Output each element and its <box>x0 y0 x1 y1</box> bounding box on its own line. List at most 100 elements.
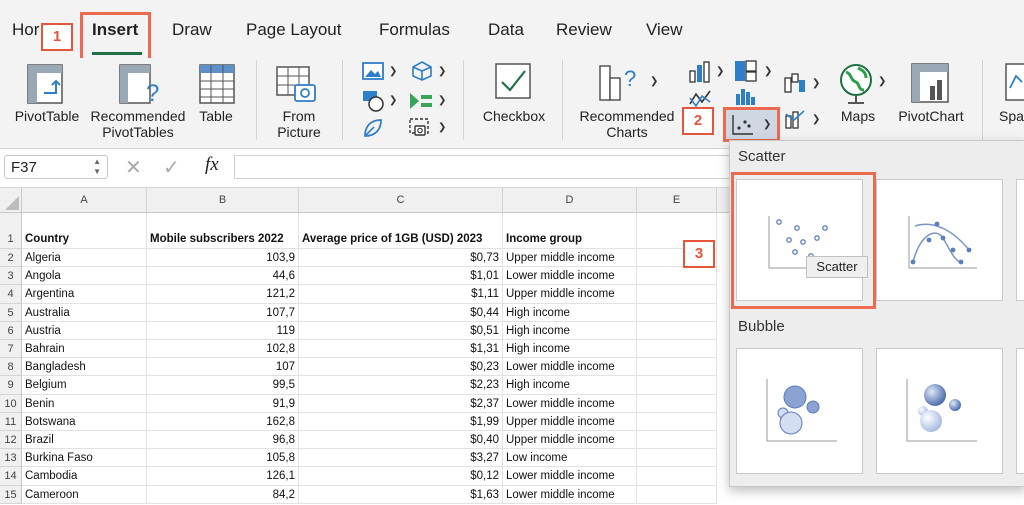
maps-button[interactable] <box>836 62 876 111</box>
cell-d7[interactable]: High income <box>503 340 637 359</box>
cell-d6[interactable]: High income <box>503 321 637 340</box>
shapes-button[interactable] <box>362 90 386 117</box>
chevron-down-icon[interactable]: ❯ <box>716 66 724 77</box>
cell-c6[interactable]: $0,51 <box>299 321 503 340</box>
3d-models-button[interactable] <box>411 61 433 86</box>
tab-review[interactable]: Review <box>556 20 612 40</box>
cell-d1[interactable]: Income group <box>503 213 637 249</box>
cell-e12[interactable] <box>637 431 717 450</box>
chevron-down-icon[interactable]: ❯ <box>650 76 658 87</box>
pivottable-button[interactable] <box>26 63 66 110</box>
cell-d12[interactable]: Upper middle income <box>503 431 637 450</box>
chevron-down-icon[interactable]: ❯ <box>389 95 397 106</box>
cell-e11[interactable] <box>637 412 717 431</box>
waterfall-chart-button[interactable] <box>784 72 808 99</box>
cell-a7[interactable]: Bahrain <box>22 340 147 359</box>
cell-e5[interactable] <box>637 303 717 322</box>
row-header[interactable]: 15 <box>0 485 22 504</box>
sparklines-button[interactable] <box>1004 62 1024 107</box>
cell-d15[interactable]: Lower middle income <box>503 485 637 504</box>
row-header[interactable]: 1 <box>0 213 22 249</box>
column-header-c[interactable]: C <box>299 188 503 213</box>
chevron-down-icon[interactable]: ❯ <box>764 66 772 77</box>
cell-a14[interactable]: Cambodia <box>22 467 147 486</box>
cell-d13[interactable]: Low income <box>503 449 637 468</box>
cell-a2[interactable]: Algeria <box>22 249 147 268</box>
bubble-3d-thumbnail[interactable] <box>876 348 1003 474</box>
row-header[interactable]: 9 <box>0 376 22 395</box>
row-header[interactable]: 5 <box>0 303 22 322</box>
cell-a9[interactable]: Belgium <box>22 376 147 395</box>
cell-c2[interactable]: $0,73 <box>299 249 503 268</box>
cell-d10[interactable]: Lower middle income <box>503 394 637 413</box>
cell-a13[interactable]: Burkina Faso <box>22 449 147 468</box>
bubble-thumbnail[interactable] <box>736 348 863 474</box>
row-header[interactable]: 6 <box>0 321 22 340</box>
cell-d3[interactable]: Lower middle income <box>503 267 637 286</box>
cell-b8[interactable]: 107 <box>147 358 299 377</box>
column-header-d[interactable]: D <box>503 188 637 213</box>
cell-a8[interactable]: Bangladesh <box>22 358 147 377</box>
cell-b4[interactable]: 121,2 <box>147 285 299 304</box>
bubble-more-thumbnail[interactable] <box>1016 348 1024 474</box>
cell-d5[interactable]: High income <box>503 303 637 322</box>
cell-e10[interactable] <box>637 394 717 413</box>
column-chart-button[interactable] <box>688 61 712 88</box>
cancel-icon[interactable]: ✕ <box>125 155 142 180</box>
row-header[interactable]: 7 <box>0 340 22 359</box>
cell-d4[interactable]: Upper middle income <box>503 285 637 304</box>
cell-b5[interactable]: 107,7 <box>147 303 299 322</box>
chevron-down-icon[interactable]: ❯ <box>812 114 820 125</box>
cell-a6[interactable]: Austria <box>22 321 147 340</box>
chevron-down-icon[interactable]: ❯ <box>878 76 886 87</box>
recommended-pivottables-button[interactable]: ? <box>118 63 162 110</box>
tab-draw[interactable]: Draw <box>172 20 212 40</box>
cell-c8[interactable]: $0,23 <box>299 358 503 377</box>
cell-c5[interactable]: $0,44 <box>299 303 503 322</box>
cell-c14[interactable]: $0,12 <box>299 467 503 486</box>
column-header-a[interactable]: A <box>22 188 147 213</box>
pivotchart-button[interactable] <box>910 62 952 109</box>
column-header-e[interactable]: E <box>637 188 717 213</box>
cell-e7[interactable] <box>637 340 717 359</box>
cell-a10[interactable]: Benin <box>22 394 147 413</box>
combo-chart-button[interactable] <box>784 108 808 135</box>
cell-a12[interactable]: Brazil <box>22 431 147 450</box>
cell-a4[interactable]: Argentina <box>22 285 147 304</box>
cell-c4[interactable]: $1,11 <box>299 285 503 304</box>
cell-c1[interactable]: Average price of 1GB (USD) 2023 <box>299 213 503 249</box>
row-header[interactable]: 12 <box>0 431 22 450</box>
chevron-down-icon[interactable]: ❯ <box>389 66 397 77</box>
row-header[interactable]: 11 <box>0 412 22 431</box>
cell-b1[interactable]: Mobile subscribers 2022 <box>147 213 299 249</box>
tab-view[interactable]: View <box>646 20 683 40</box>
cell-d9[interactable]: High income <box>503 376 637 395</box>
cell-e4[interactable] <box>637 285 717 304</box>
tab-home[interactable]: Hor <box>12 20 39 40</box>
cell-b11[interactable]: 162,8 <box>147 412 299 431</box>
icons-button[interactable] <box>362 117 384 144</box>
chevron-down-icon[interactable]: ❯ <box>812 78 820 89</box>
row-header[interactable]: 2 <box>0 249 22 268</box>
cell-d2[interactable]: Upper middle income <box>503 249 637 268</box>
select-all-corner[interactable] <box>0 188 22 213</box>
cell-c11[interactable]: $1,99 <box>299 412 503 431</box>
smartart-button[interactable] <box>409 92 433 115</box>
cell-c7[interactable]: $1,31 <box>299 340 503 359</box>
name-box[interactable]: F37 ▲ ▼ <box>4 155 108 179</box>
tab-page-layout[interactable]: Page Layout <box>246 20 341 40</box>
cell-b3[interactable]: 44,6 <box>147 267 299 286</box>
cell-c3[interactable]: $1,01 <box>299 267 503 286</box>
cell-b10[interactable]: 91,9 <box>147 394 299 413</box>
cell-e14[interactable] <box>637 467 717 486</box>
scatter-smooth-lines-thumbnail[interactable] <box>876 179 1003 301</box>
cell-a15[interactable]: Cameroon <box>22 485 147 504</box>
row-header[interactable]: 8 <box>0 358 22 377</box>
hierarchy-chart-button[interactable] <box>734 60 758 87</box>
name-box-stepper-icon[interactable]: ▲ ▼ <box>93 157 101 177</box>
cell-b14[interactable]: 126,1 <box>147 467 299 486</box>
table-button[interactable] <box>198 63 238 110</box>
cell-a1[interactable]: Country <box>22 213 147 249</box>
cell-d8[interactable]: Lower middle income <box>503 358 637 377</box>
cell-b9[interactable]: 99,5 <box>147 376 299 395</box>
